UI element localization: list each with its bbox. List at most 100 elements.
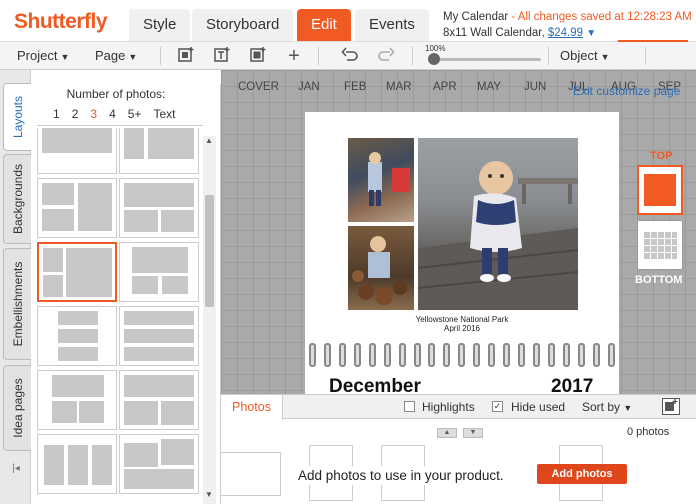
tab-style[interactable]: Style	[129, 9, 191, 41]
add-photo-icon[interactable]	[248, 46, 268, 66]
layout-thumbnail[interactable]	[119, 178, 199, 238]
object-menu[interactable]: Object ▼	[560, 48, 610, 63]
month-jan[interactable]: JAN	[298, 81, 320, 93]
photos-toolbar: Photos Highlights ✓ Hide used Sort by ▼	[221, 395, 696, 420]
month-may[interactable]: MAY	[477, 81, 501, 93]
zoom-slider-handle[interactable]	[428, 53, 440, 65]
scroll-down-icon[interactable]: ▼	[205, 490, 213, 499]
add-icon[interactable]: +	[284, 46, 304, 66]
price-link[interactable]: $24.99	[548, 27, 583, 39]
side-tabs: Layouts Backgrounds Embellishments Idea …	[0, 70, 31, 504]
collapse-panel-icon[interactable]: |◂	[8, 463, 24, 477]
year-heading: 2017	[551, 376, 594, 394]
layout-thumbnail[interactable]	[119, 242, 199, 302]
layout-thumbnail-selected[interactable]	[37, 242, 117, 302]
page-menu[interactable]: Page ▼	[95, 48, 137, 63]
scroll-up-icon[interactable]: ▲	[205, 136, 213, 145]
calendar-name: My Calendar	[443, 11, 509, 23]
layout-thumbnail[interactable]	[37, 434, 117, 494]
layout-thumbnail[interactable]	[119, 306, 199, 366]
top-bar: Shutterfly Style Storyboard Edit Events …	[0, 0, 696, 43]
undo-icon[interactable]	[340, 46, 360, 66]
tab-backgrounds[interactable]: Backgrounds	[3, 154, 31, 244]
photo-child-boardwalk[interactable]	[418, 138, 578, 310]
bottom-page-button[interactable]	[637, 220, 683, 270]
zoom-label: 100%	[425, 44, 446, 53]
photo-slot	[221, 452, 281, 496]
hide-used-checkbox[interactable]: ✓	[492, 401, 503, 412]
count-3[interactable]: 3	[90, 107, 97, 121]
panel-title: Number of photos:	[66, 87, 166, 101]
count-4[interactable]: 4	[109, 107, 116, 121]
chevron-down-icon: ▼	[600, 52, 610, 62]
month-navigation: COVER JAN FEB MAR APR MAY JUN JUL AUG SE…	[221, 78, 696, 98]
photos-panel: Photos Highlights ✓ Hide used Sort by ▼ …	[221, 394, 696, 504]
add-text-icon[interactable]	[212, 46, 232, 66]
zoom-slider[interactable]	[431, 58, 541, 61]
month-feb[interactable]: FEB	[344, 81, 366, 93]
scroll-up-icon[interactable]: ▲	[437, 428, 457, 438]
highlights-checkbox[interactable]	[404, 401, 415, 412]
add-photo-icon[interactable]	[662, 398, 680, 415]
save-status: All changes saved at 12:28:23 AM	[517, 11, 692, 23]
tab-events[interactable]: Events	[355, 9, 429, 41]
divider	[645, 47, 646, 65]
redo-icon[interactable]	[376, 46, 396, 66]
photo-child-toys[interactable]	[348, 226, 414, 310]
photo-child-store[interactable]	[348, 138, 414, 222]
bottom-label: BOTTOM	[635, 274, 683, 286]
photo-scroll-arrows: ▲ ▼	[437, 423, 489, 438]
editor-canvas: COVER JAN FEB MAR APR MAY JUN JUL AUG SE…	[221, 70, 696, 394]
tab-embellishments[interactable]: Embellishments	[3, 248, 31, 360]
layout-thumbnail[interactable]	[37, 128, 117, 174]
empty-photos-message: Add photos to use in your product.	[294, 466, 508, 485]
layouts-panel: Number of photos: 1 2 3 4 5+ Text	[31, 84, 221, 504]
toolbar: Project ▼ Page ▼ + 100% Object ▼	[0, 42, 696, 70]
divider	[318, 47, 319, 65]
layout-thumbnails	[35, 128, 203, 504]
tab-storyboard[interactable]: Storyboard	[192, 9, 294, 41]
top-label: TOP	[650, 150, 673, 162]
count-2[interactable]: 2	[72, 107, 79, 121]
layout-thumbnail[interactable]	[37, 306, 117, 366]
layout-thumbnail[interactable]	[119, 434, 199, 494]
divider	[37, 125, 203, 126]
divider	[548, 47, 549, 65]
tab-layouts[interactable]: Layouts	[3, 83, 31, 151]
calendar-binding	[305, 343, 619, 373]
sort-by-menu[interactable]: Sort by ▼	[582, 400, 632, 414]
chevron-down-icon: ▼	[60, 52, 70, 62]
layout-thumbnail[interactable]	[37, 370, 117, 430]
chevron-down-icon: ▼	[128, 52, 138, 62]
add-photos-button[interactable]: Add photos	[537, 464, 627, 484]
layout-thumbnail[interactable]	[119, 128, 199, 174]
exit-customize-link[interactable]: Exit customize page	[573, 84, 680, 98]
count-text[interactable]: Text	[153, 107, 175, 121]
calendar-grid-icon	[643, 231, 677, 259]
month-jun[interactable]: JUN	[524, 81, 546, 93]
shutterfly-logo[interactable]: Shutterfly	[14, 10, 108, 34]
tab-photos[interactable]: Photos	[221, 395, 283, 420]
top-page-icon	[644, 174, 676, 206]
tab-idea-pages[interactable]: Idea pages	[3, 365, 31, 451]
photo-caption-line2[interactable]: April 2016	[305, 324, 619, 333]
project-menu[interactable]: Project ▼	[17, 48, 69, 63]
product-name: 8x11 Wall Calendar,	[443, 27, 545, 39]
price-caret-icon[interactable]: ▼	[586, 28, 596, 39]
month-mar[interactable]: MAR	[386, 81, 412, 93]
divider	[160, 47, 161, 65]
layout-thumbnail[interactable]	[37, 178, 117, 238]
count-5-plus[interactable]: 5+	[128, 107, 142, 121]
photo-count: 0 photos	[627, 426, 670, 438]
layout-thumbnail[interactable]	[119, 370, 199, 430]
scrollbar-thumb[interactable]	[205, 195, 214, 307]
scroll-down-icon[interactable]: ▼	[463, 428, 483, 438]
month-cover[interactable]: COVER	[238, 81, 279, 93]
top-page-button[interactable]	[637, 165, 683, 215]
tab-edit[interactable]: Edit	[297, 9, 351, 41]
month-apr[interactable]: APR	[433, 81, 457, 93]
layouts-scrollbar[interactable]	[203, 136, 216, 504]
photo-caption-line1[interactable]: Yellowstone National Park	[305, 315, 619, 324]
count-1[interactable]: 1	[53, 107, 60, 121]
add-page-icon[interactable]	[176, 46, 196, 66]
